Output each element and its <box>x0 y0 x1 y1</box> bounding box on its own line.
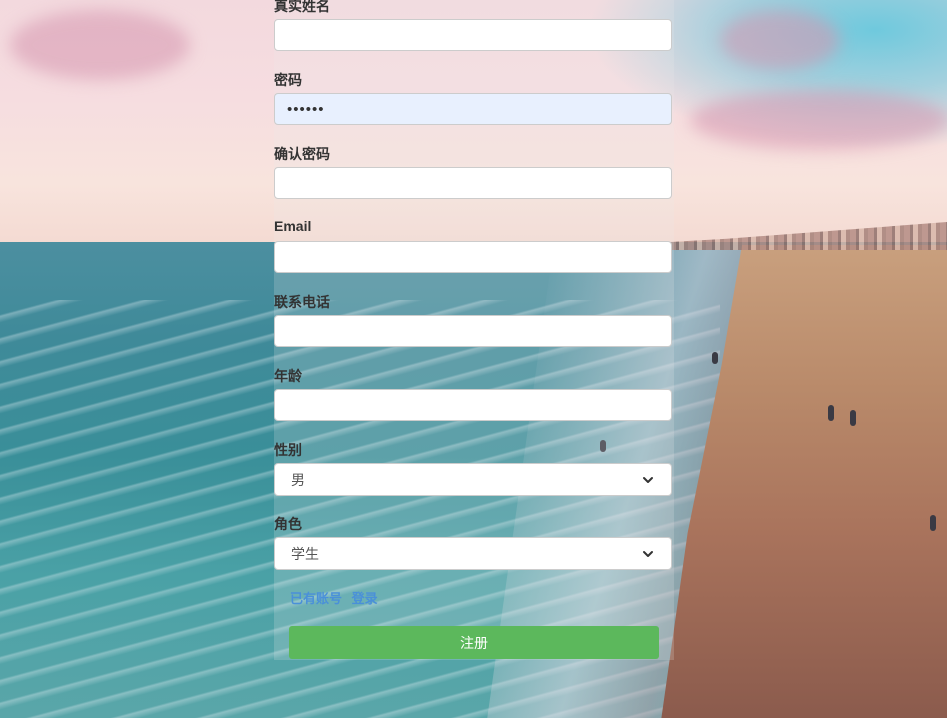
background-cloud <box>690 90 947 150</box>
phone-input[interactable] <box>274 315 672 347</box>
age-label: 年龄 <box>274 368 302 384</box>
register-button[interactable]: 注册 <box>289 626 659 659</box>
password-input[interactable]: •••••• <box>274 93 672 125</box>
login-links: 已有账号 登录 <box>290 588 384 607</box>
background-person <box>930 515 936 531</box>
real-name-label: 真实姓名 <box>274 0 330 14</box>
chevron-down-icon <box>643 476 653 483</box>
real-name-input[interactable] <box>274 19 672 51</box>
gender-select[interactable]: 男 <box>274 463 672 496</box>
gender-selected-value: 男 <box>291 471 305 488</box>
have-account-link[interactable]: 已有账号 <box>290 591 342 606</box>
role-select[interactable]: 学生 <box>274 537 672 570</box>
email-label: Email <box>274 218 312 234</box>
age-input[interactable] <box>274 389 672 421</box>
email-input[interactable] <box>274 241 672 273</box>
background-cloud <box>720 10 840 70</box>
page: 真实姓名 密码 •••••• 确认密码 Email 联系电话 年龄 性别 男 角… <box>0 0 947 718</box>
background-person <box>712 352 718 364</box>
background-person <box>850 410 856 426</box>
role-label: 角色 <box>274 516 302 532</box>
password-label: 密码 <box>274 72 302 88</box>
login-link[interactable]: 登录 <box>352 591 378 606</box>
background-cloud <box>10 10 190 80</box>
phone-label: 联系电话 <box>274 294 330 310</box>
confirm-password-label: 确认密码 <box>274 146 330 162</box>
chevron-down-icon <box>643 550 653 557</box>
confirm-password-input[interactable] <box>274 167 672 199</box>
role-selected-value: 学生 <box>291 545 319 562</box>
gender-label: 性别 <box>274 442 302 458</box>
background-person <box>828 405 834 421</box>
